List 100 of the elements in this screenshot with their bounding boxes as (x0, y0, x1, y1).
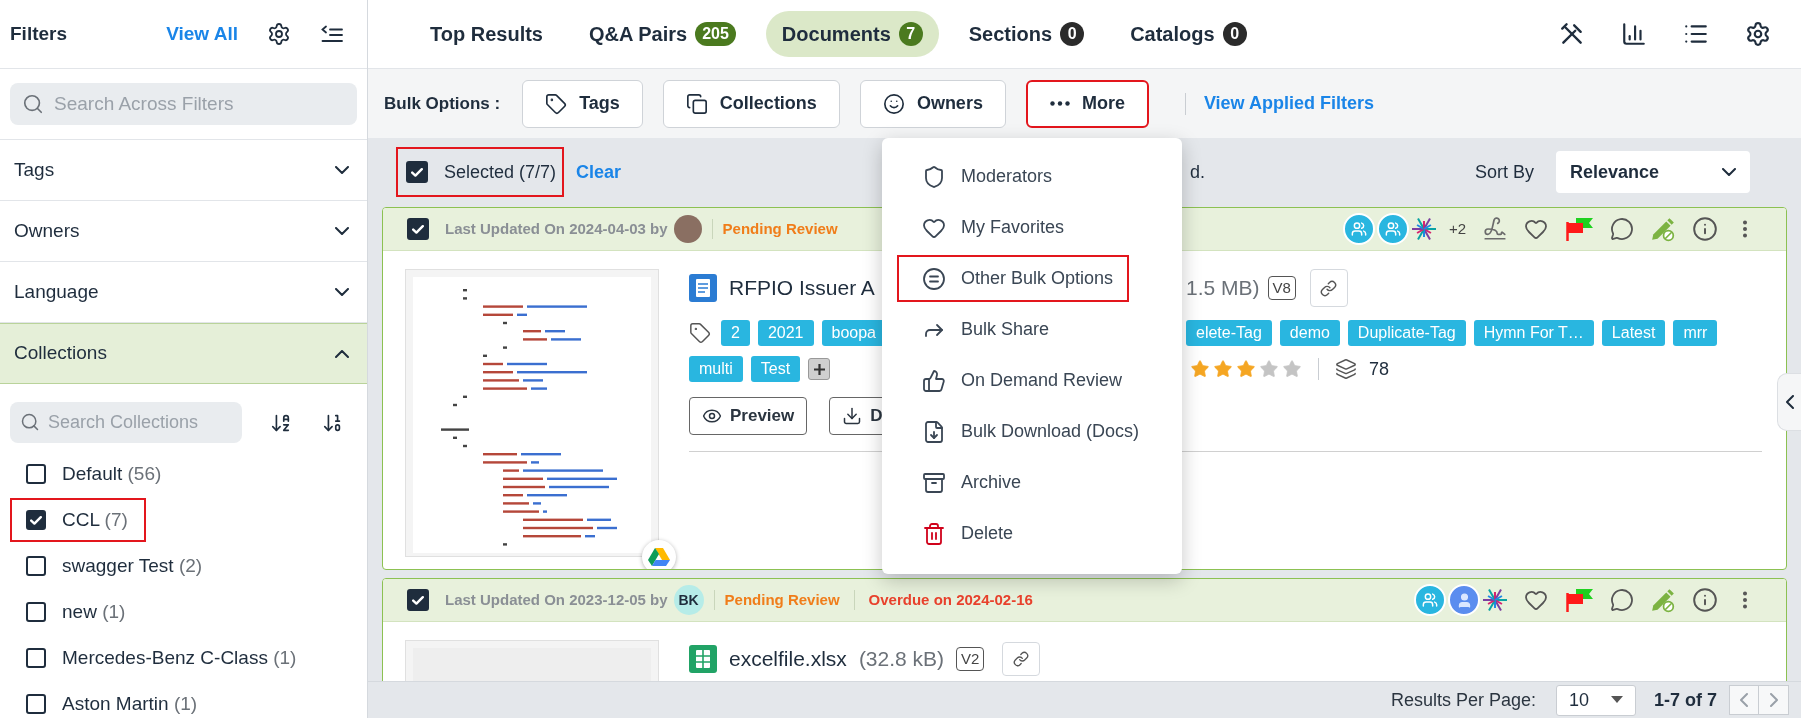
starburst-logo-icon (1410, 216, 1437, 242)
status-label: Pending Review (724, 589, 840, 610)
results-per-page-label: Results Per Page: (1390, 688, 1536, 712)
checkbox[interactable] (406, 161, 428, 183)
menu-item[interactable]: Bulk Download (Docs) (897, 408, 1156, 455)
menu-item[interactable]: On Demand Review (897, 357, 1139, 404)
count-badge: 0 (1222, 22, 1247, 46)
chevron-left-icon (1785, 395, 1794, 409)
check-icon (412, 224, 424, 234)
checkbox[interactable] (26, 694, 46, 714)
avatar-photo-placeholder (673, 215, 702, 243)
check-icon (412, 595, 424, 605)
caret-down-icon (1610, 696, 1623, 704)
collection-option[interactable]: CCL (7) (10, 498, 146, 542)
info-icon[interactable] (1692, 216, 1718, 242)
starburst-logo-icon (1482, 587, 1508, 613)
collection-option[interactable]: new (1) (10, 590, 144, 634)
settings-icon[interactable] (267, 22, 291, 46)
smile-icon (882, 92, 905, 115)
comment-icon[interactable] (1610, 217, 1634, 241)
info-icon[interactable] (1692, 587, 1718, 613)
star-icon[interactable] (1282, 359, 1302, 379)
last-updated-text: Last Updated On 2023-12-05 by (445, 589, 668, 610)
add-tag-button[interactable] (808, 358, 831, 380)
copy-icon (685, 92, 708, 115)
overdue-label: Overdue on 2024-02-16 (868, 589, 1033, 610)
menu-item[interactable]: Bulk Share (897, 306, 1066, 353)
heart-icon[interactable] (1524, 588, 1548, 612)
count-badge: 205 (695, 22, 736, 46)
menu-item[interactable]: Other Bulk Options (897, 255, 1130, 302)
per-page-select[interactable]: 10 (1555, 684, 1636, 716)
search-icon (22, 93, 44, 115)
version-badge: V2 (956, 646, 985, 672)
checkbox[interactable] (26, 556, 46, 576)
checkbox[interactable] (407, 589, 429, 611)
collection-option[interactable]: Aston Martin (1) (10, 682, 216, 718)
star-icon[interactable] (1259, 359, 1279, 379)
settings-icon[interactable] (1745, 21, 1771, 47)
tools-icon[interactable] (1559, 21, 1585, 47)
document-title[interactable]: excelfile.xlsx (729, 643, 847, 675)
comment-icon[interactable] (1610, 588, 1634, 612)
flag-icon[interactable] (1564, 216, 1594, 242)
search-field[interactable]: Search Across Filters (10, 83, 357, 125)
checkbox[interactable] (407, 218, 429, 240)
collection-option[interactable]: swagger Test (2) (10, 544, 221, 588)
chevron-right-icon (1769, 693, 1778, 707)
sort-select[interactable]: Relevance (1556, 151, 1750, 193)
bulk-action-button[interactable]: Tags (522, 79, 643, 128)
copy-link-button[interactable] (1309, 269, 1348, 307)
flag-icon[interactable] (1564, 587, 1594, 613)
chevron-down-icon (335, 288, 349, 296)
sort-by-label: Sort By (1474, 160, 1534, 184)
bulk-action-button[interactable]: More (1025, 79, 1149, 128)
circle-equal-icon (922, 266, 946, 291)
checkbox[interactable] (26, 464, 46, 484)
select-all-checkbox[interactable]: Selected (7/7) (396, 147, 565, 197)
signature-icon[interactable] (1482, 216, 1508, 242)
document-title[interactable]: RFPIO Issuer A (729, 272, 875, 304)
more-participants-count[interactable]: +2 (1448, 217, 1466, 241)
check-icon (411, 167, 423, 177)
chevron-down-icon (335, 227, 349, 235)
layers-icon (1335, 358, 1357, 380)
filter-section-header[interactable]: Collections (0, 323, 367, 384)
tag-icon (545, 92, 568, 115)
checkbox[interactable] (26, 510, 46, 530)
collection-option[interactable]: Mercedes-Benz C-Class (1) (10, 636, 315, 680)
tab[interactable]: Top Results (414, 11, 559, 57)
menu-item[interactable]: Delete (897, 510, 1030, 557)
bulk-action-button[interactable]: Collections (662, 79, 840, 128)
bar-chart-icon[interactable] (1621, 21, 1647, 47)
search-field[interactable]: Search Collections (10, 402, 242, 443)
collapse-panel-button[interactable] (1777, 373, 1801, 431)
sidebar-title: Filters (10, 21, 68, 46)
star-icon[interactable] (1236, 359, 1256, 379)
eye-icon (702, 406, 722, 426)
star-icon[interactable] (1190, 359, 1210, 379)
menu-item[interactable]: Archive (897, 459, 1038, 506)
heart-icon[interactable] (1524, 217, 1548, 241)
view-all-link[interactable]: View All (166, 19, 238, 49)
preview-button[interactable]: Preview (689, 397, 808, 435)
avatar-initials: BK (673, 585, 704, 615)
menu-item[interactable]: My Favorites (897, 204, 1081, 251)
word-file-icon (689, 274, 717, 302)
spreadsheet-file-icon (689, 645, 717, 673)
user-avatar[interactable] (1448, 584, 1480, 616)
tab[interactable]: Q&A Pairs 205 (572, 11, 752, 57)
checkbox[interactable] (26, 602, 46, 622)
download-icon (842, 406, 863, 426)
tab[interactable]: Catalogs 0 (1114, 11, 1263, 57)
checkbox[interactable] (26, 648, 46, 668)
copy-link-button[interactable] (1002, 642, 1041, 676)
menu-item[interactable]: Moderators (897, 153, 1069, 200)
bulk-action-button[interactable]: Owners (859, 79, 1006, 128)
star-icon[interactable] (1213, 359, 1233, 379)
tab[interactable]: Sections 0 (952, 11, 1101, 57)
count-badge: 0 (1060, 22, 1085, 46)
collection-option[interactable]: Default (56) (10, 452, 180, 496)
tab[interactable]: Documents 7 (765, 11, 939, 57)
collapse-sidebar-icon[interactable] (321, 25, 343, 43)
file-size: 1.5 MB) (1186, 275, 1260, 302)
